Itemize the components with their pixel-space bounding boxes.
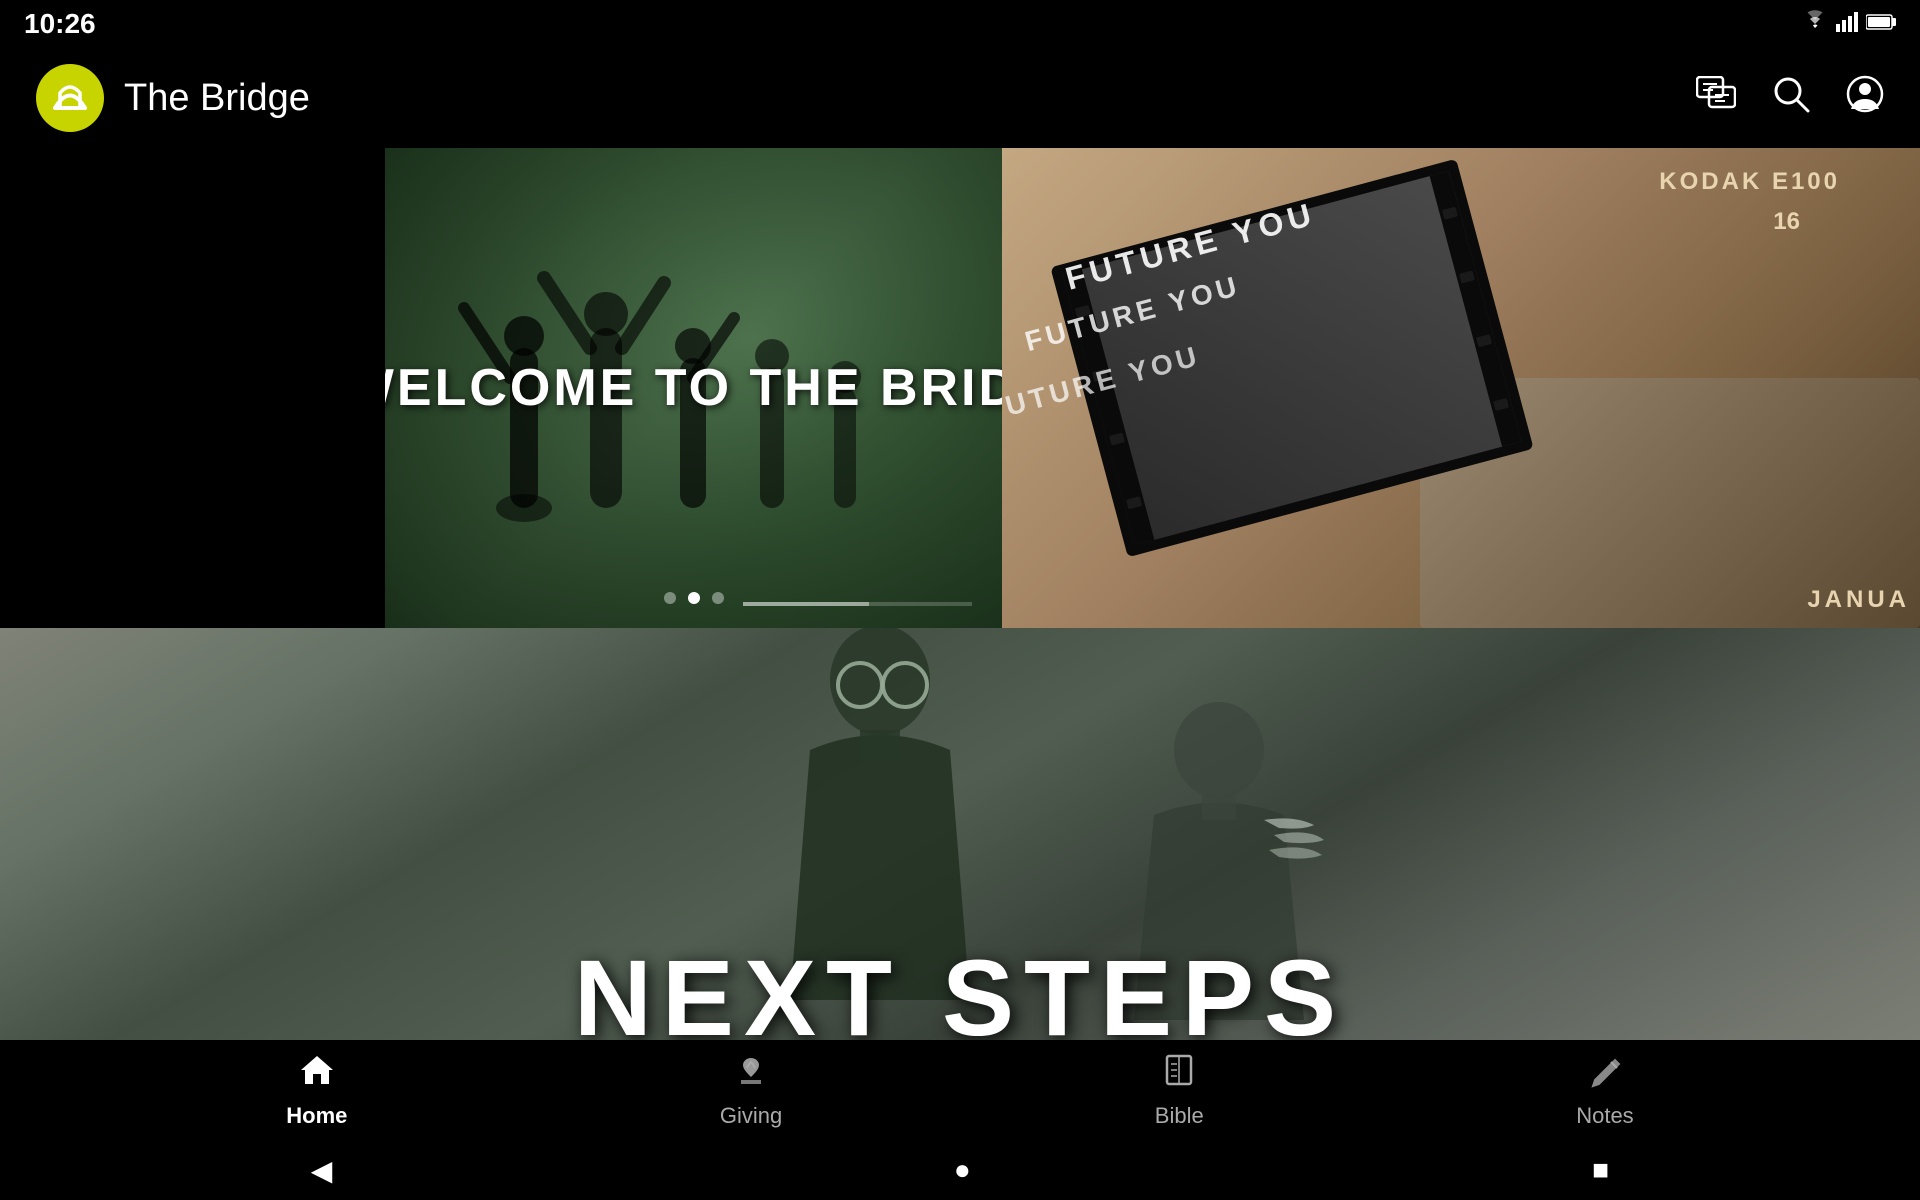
logo-svg bbox=[45, 73, 95, 123]
kodak-label: KODAK E100 bbox=[1659, 168, 1840, 196]
recent-button[interactable]: ■ bbox=[1592, 1154, 1609, 1186]
nav-label-bible: Bible bbox=[1155, 1103, 1204, 1129]
dot-2[interactable] bbox=[688, 592, 700, 604]
num-16-label: 16 bbox=[1773, 208, 1800, 236]
home-button[interactable]: ● bbox=[954, 1154, 971, 1186]
account-icon[interactable] bbox=[1846, 75, 1884, 122]
app-bar-right bbox=[1696, 75, 1884, 122]
search-icon[interactable] bbox=[1772, 75, 1810, 122]
back-button[interactable]: ◀ bbox=[311, 1154, 333, 1187]
status-bar: 10:26 bbox=[0, 0, 1920, 48]
status-icons bbox=[1802, 10, 1896, 38]
notes-icon bbox=[1587, 1052, 1623, 1097]
wifi-icon bbox=[1802, 10, 1828, 38]
battery-icon bbox=[1866, 11, 1896, 37]
signal-icon bbox=[1836, 10, 1858, 38]
hero-title: WELCOME TO THE BRIDGE bbox=[385, 358, 1002, 418]
next-steps-section: NEXT STEPS bbox=[0, 628, 1920, 1100]
nav-label-giving: Giving bbox=[720, 1103, 782, 1129]
dot-1[interactable] bbox=[664, 592, 676, 604]
jan-label: JANUA bbox=[1807, 586, 1910, 614]
bible-icon bbox=[1161, 1052, 1197, 1097]
status-time: 10:26 bbox=[24, 8, 96, 40]
hero-slide-2: FUTURE YOU FUTURE YOU FUTURE YOU KODAK E… bbox=[1002, 148, 1920, 628]
progress-bar bbox=[743, 602, 972, 606]
system-nav-bar: ◀ ● ■ bbox=[0, 1140, 1920, 1200]
nav-label-home: Home bbox=[286, 1103, 347, 1129]
nav-label-notes: Notes bbox=[1576, 1103, 1633, 1129]
home-icon bbox=[299, 1052, 335, 1097]
bottom-nav: Home Giving Bible bbox=[0, 1040, 1920, 1140]
carousel-dots bbox=[664, 592, 724, 604]
app-logo bbox=[36, 64, 104, 132]
nav-item-notes[interactable]: Notes bbox=[1576, 1052, 1633, 1129]
dot-3[interactable] bbox=[712, 592, 724, 604]
hero-text: WELCOME TO THE BRIDGE bbox=[385, 358, 1002, 418]
messages-icon[interactable] bbox=[1696, 76, 1736, 121]
progress-fill bbox=[743, 602, 869, 606]
hero-slide-1: WELCOME TO THE BRIDGE bbox=[385, 148, 1002, 628]
app-title: The Bridge bbox=[124, 77, 310, 120]
left-black-area bbox=[0, 148, 385, 628]
app-bar-left: The Bridge bbox=[36, 64, 310, 132]
giving-icon bbox=[733, 1052, 769, 1097]
app-bar: The Bridge bbox=[0, 48, 1920, 148]
nav-item-giving[interactable]: Giving bbox=[720, 1052, 782, 1129]
nav-item-home[interactable]: Home bbox=[286, 1052, 347, 1129]
nav-item-bible[interactable]: Bible bbox=[1155, 1052, 1204, 1129]
